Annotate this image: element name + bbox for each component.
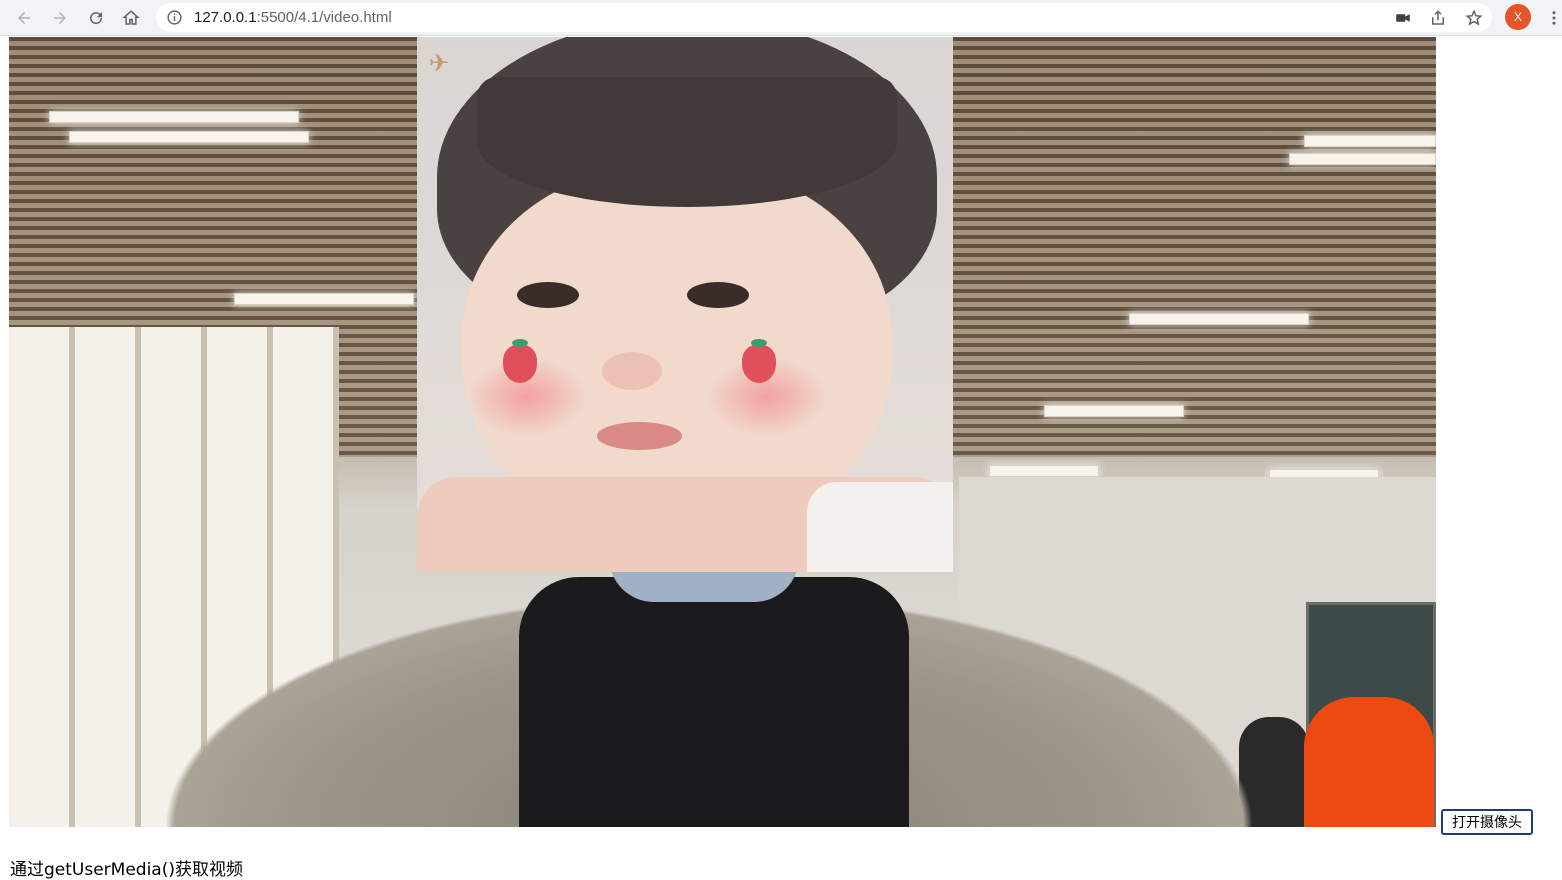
camera-icon[interactable] bbox=[1389, 4, 1417, 32]
baby-mouth bbox=[597, 422, 682, 450]
strawberry-icon bbox=[503, 339, 537, 383]
ceiling-light bbox=[69, 131, 309, 143]
profile-avatar[interactable]: X bbox=[1505, 4, 1531, 30]
baby-nose bbox=[602, 352, 662, 390]
face-overlay-image: ✈ bbox=[417, 37, 953, 572]
back-arrow-icon[interactable] bbox=[10, 4, 38, 32]
url-path: :5500/4.1/video.html bbox=[256, 9, 392, 26]
ceiling-light bbox=[1044, 405, 1184, 417]
ceiling-light bbox=[1129, 313, 1309, 325]
page-caption: 通过getUserMedia()获取视频 bbox=[10, 860, 243, 880]
ceiling-light bbox=[49, 111, 299, 123]
airplane-sticker-icon: ✈ bbox=[429, 50, 450, 77]
baby-right-eye bbox=[687, 282, 749, 308]
home-icon[interactable] bbox=[117, 4, 145, 32]
strawberry-icon bbox=[742, 339, 776, 383]
baby-left-eye bbox=[517, 282, 579, 308]
kebab-menu-icon[interactable] bbox=[1540, 4, 1562, 32]
ceiling-light bbox=[989, 465, 1099, 477]
open-camera-button[interactable]: 打开摄像头 bbox=[1441, 809, 1533, 835]
share-icon[interactable] bbox=[1424, 4, 1452, 32]
url-text[interactable]: 127.0.0.1:5500/4.1/video.html bbox=[194, 9, 392, 26]
forward-arrow-icon[interactable] bbox=[46, 4, 74, 32]
ceiling-light bbox=[1304, 135, 1436, 147]
url-host: 127.0.0.1 bbox=[194, 9, 257, 26]
ceiling-light bbox=[1289, 153, 1436, 165]
baby-collar bbox=[807, 482, 953, 572]
baby-bangs bbox=[477, 77, 897, 207]
user-shirt bbox=[519, 577, 909, 827]
reload-icon[interactable] bbox=[82, 4, 110, 32]
info-icon[interactable] bbox=[166, 9, 183, 26]
browser-toolbar: 127.0.0.1:5500/4.1/video.html X bbox=[0, 0, 1562, 36]
star-icon[interactable] bbox=[1460, 4, 1488, 32]
ceiling-light bbox=[234, 293, 414, 305]
address-bar[interactable]: 127.0.0.1:5500/4.1/video.html bbox=[156, 3, 1492, 32]
